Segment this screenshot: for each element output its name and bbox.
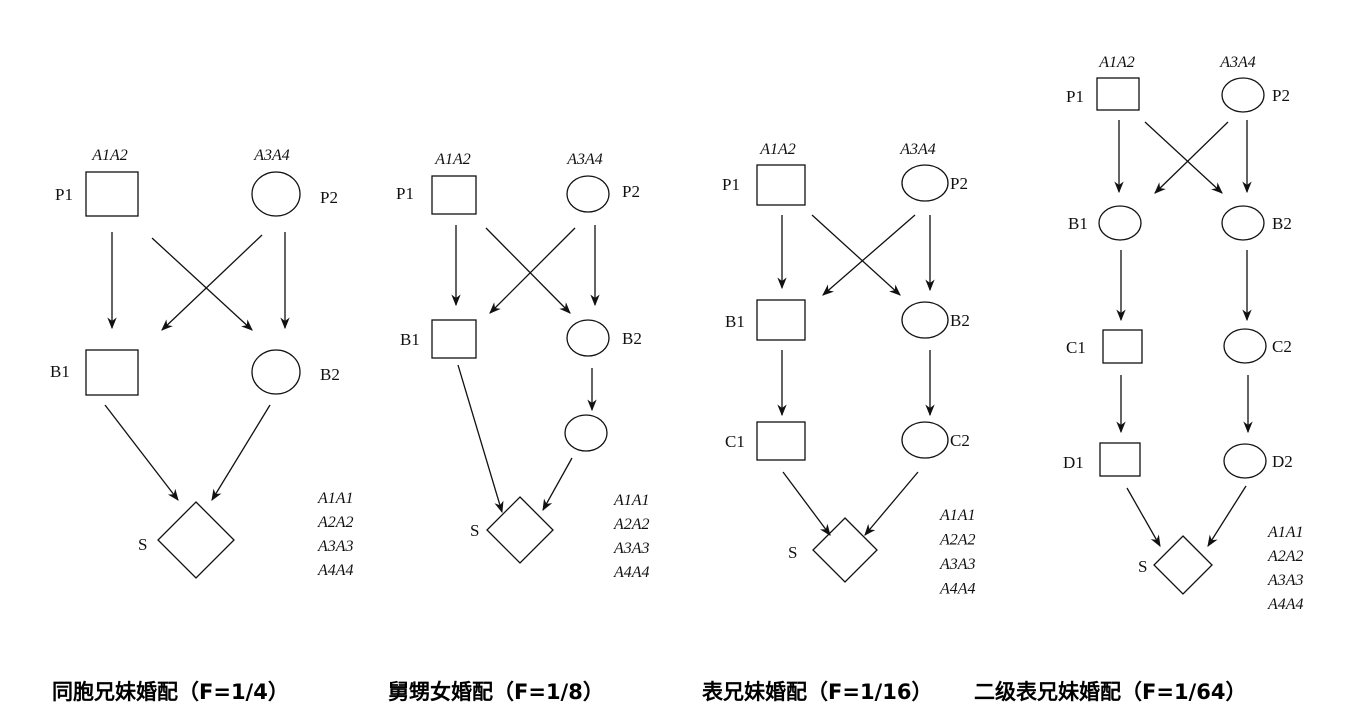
node-label: C2 [1272,337,1292,356]
male-node-square [85,171,139,217]
node-label: B1 [50,362,70,381]
pedigree-diagrams: A1A2 A3A4 P1 P2 B1 B2 S A1A1 A2A2 A3A3 A4A4 A1A2 A3A… [50,54,1304,613]
descent-arrow [822,214,916,296]
descent-arrow [1144,121,1223,194]
offspring-genotype-label: A3A3 [613,540,650,557]
node-label: P2 [320,188,338,207]
offspring-genotype-label: A4A4 [1267,596,1304,613]
descent-arrow [104,404,179,501]
offspring-genotype-label: A4A4 [613,564,650,581]
descent-arrow [811,214,901,296]
node-label: S [138,535,147,554]
descent-arrow [161,234,263,331]
descent-arrow [489,227,576,314]
descent-arrow [211,404,271,501]
female-node-circle [901,301,949,339]
offspring-node-diamond [157,501,235,579]
offspring-genotype-label: A1A1 [939,507,976,524]
caption-uncle-niece-mating: 舅甥女婚配（F=1/8） [388,680,604,704]
descent-arrow [542,457,573,512]
parent-genotype-label: A3A4 [253,147,290,164]
female-node-circle [1223,328,1267,364]
offspring-genotype-label: A1A1 [317,490,354,507]
node-label: C1 [725,432,745,451]
parent-genotype-label: A1A2 [91,147,128,164]
node-label: D1 [1063,453,1084,472]
male-node-square [756,421,806,461]
female-node-circle [1098,205,1142,241]
node-label: P2 [950,174,968,193]
offspring-genotype-label: A3A3 [317,538,354,555]
male-node-square [756,299,806,341]
caption-second-cousin-mating: 二级表兄妹婚配（F=1/64） [974,680,1247,704]
offspring-genotype-label: A4A4 [317,562,354,579]
offspring-genotype-label: A1A1 [613,492,650,509]
offspring-node-diamond [1153,535,1213,595]
descent-arrow [485,227,571,314]
descent-arrow [782,471,831,536]
offspring-node-diamond [486,496,554,564]
node-label: S [470,521,479,540]
node-label: B2 [320,365,340,384]
node-label: B1 [400,330,420,349]
parent-genotype-label: A3A4 [899,141,936,158]
male-node-square [1096,77,1140,111]
offspring-genotype-label: A2A2 [939,532,976,549]
female-node-circle [251,171,301,217]
male-node-square [1102,329,1143,364]
node-label: P1 [1066,87,1084,106]
female-node-circle [1221,77,1265,113]
female-node-circle [901,164,949,202]
descent-arrow [1126,487,1161,548]
descent-arrow [1207,485,1247,547]
offspring-genotype-label: A3A3 [939,556,976,573]
offspring-genotype-label: A2A2 [317,514,354,531]
node-label: P2 [622,182,640,201]
offspring-node-diamond [812,517,878,583]
parent-genotype-label: A3A4 [1219,54,1256,71]
node-label: D2 [1272,452,1293,471]
male-node-square [431,175,477,215]
descent-arrow [1154,121,1229,194]
node-label: B2 [1272,214,1292,233]
female-node-circle [901,421,949,459]
female-node-circle [1221,205,1265,241]
descent-arrow [457,364,504,514]
parent-genotype-label: A3A4 [566,151,603,168]
node-label: P1 [722,175,740,194]
node-label: P1 [396,184,414,203]
female-node-circle [251,349,301,395]
offspring-genotype-label: A4A4 [939,581,976,598]
offspring-genotype-label: A2A2 [613,516,650,533]
male-node-square [756,164,806,206]
node-label: B1 [1068,214,1088,233]
female-node-circle [1223,443,1267,479]
node-label: P2 [1272,86,1290,105]
descent-arrow [864,471,919,536]
caption-sibling-mating: 同胞兄妹婚配（F=1/4） [52,680,289,704]
female-node-circle [564,414,608,452]
node-label: S [788,543,797,562]
node-label: C2 [950,431,970,450]
parent-genotype-label: A1A2 [434,151,471,168]
node-label: B2 [950,311,970,330]
parent-genotype-label: A1A2 [759,141,796,158]
female-node-circle [566,319,610,357]
offspring-genotype-label: A2A2 [1267,548,1304,565]
node-label: C1 [1066,338,1086,357]
offspring-genotype-label: A3A3 [1267,572,1304,589]
node-label: S [1138,557,1147,576]
node-label: B2 [622,329,642,348]
male-node-square [85,349,139,396]
descent-arrow [151,237,253,331]
caption-first-cousin-mating: 表兄妹婚配（F=1/16） [702,680,933,704]
offspring-genotype-label: A1A1 [1267,524,1304,541]
node-label: B1 [725,312,745,331]
male-node-square [1099,442,1141,477]
female-node-circle [566,175,610,213]
parent-genotype-label: A1A2 [1098,54,1135,71]
male-node-square [431,319,477,359]
node-label: P1 [55,185,73,204]
